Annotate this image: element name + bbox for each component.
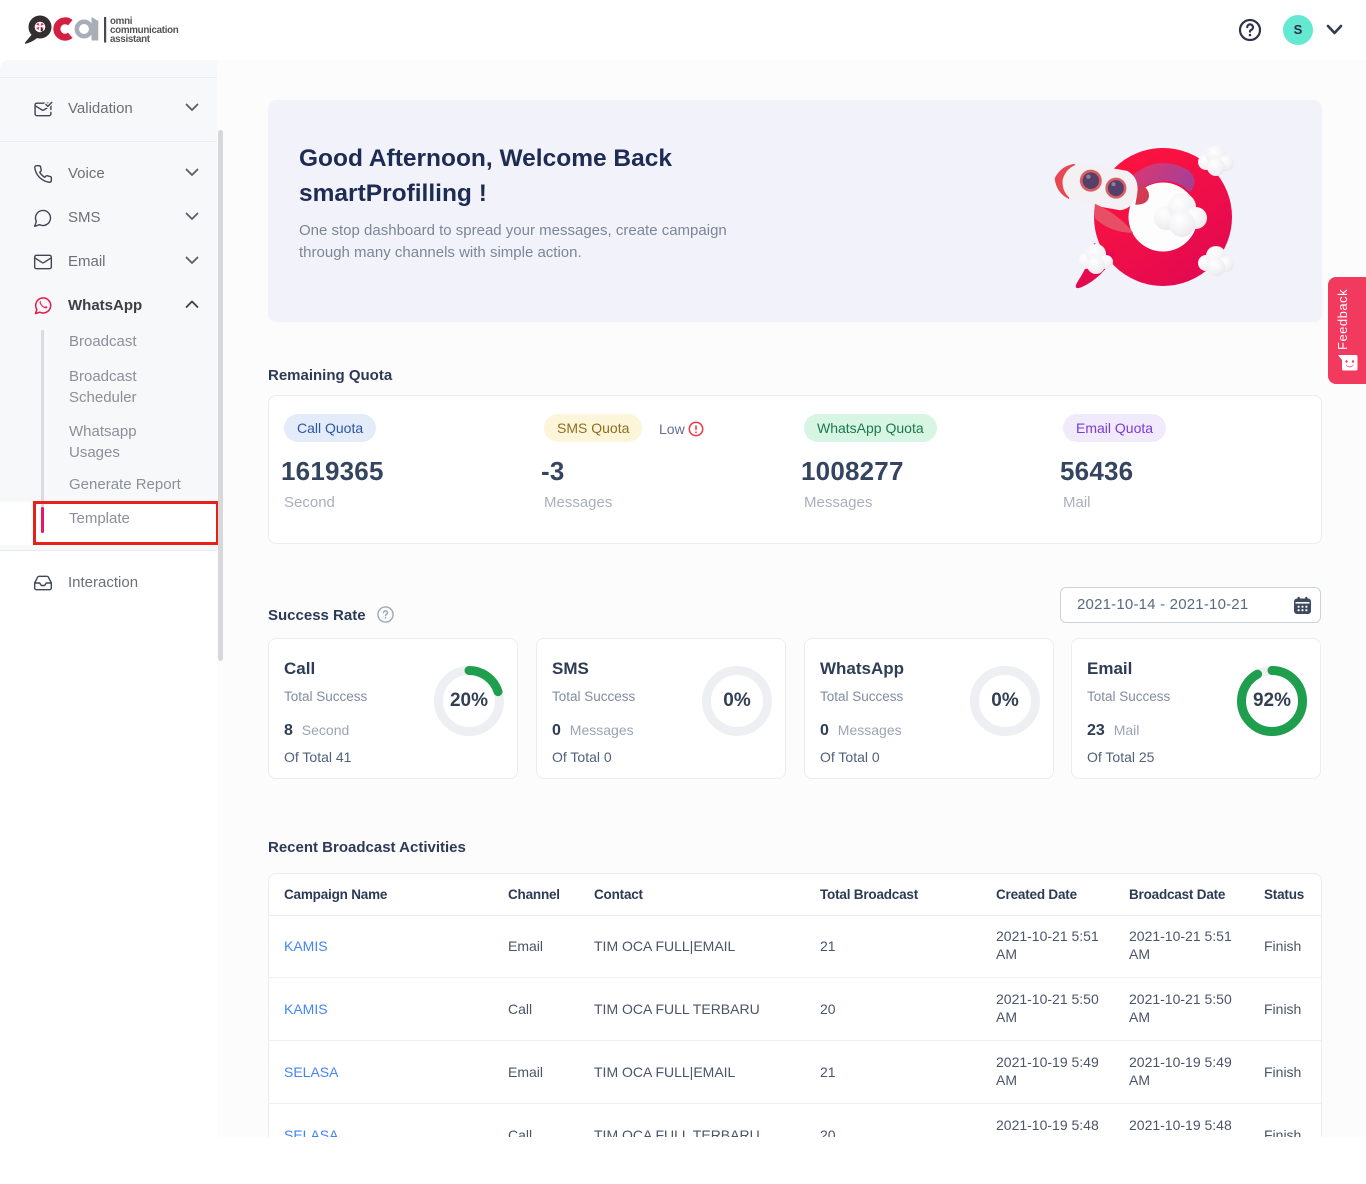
svg-text:assistant: assistant xyxy=(110,34,151,45)
